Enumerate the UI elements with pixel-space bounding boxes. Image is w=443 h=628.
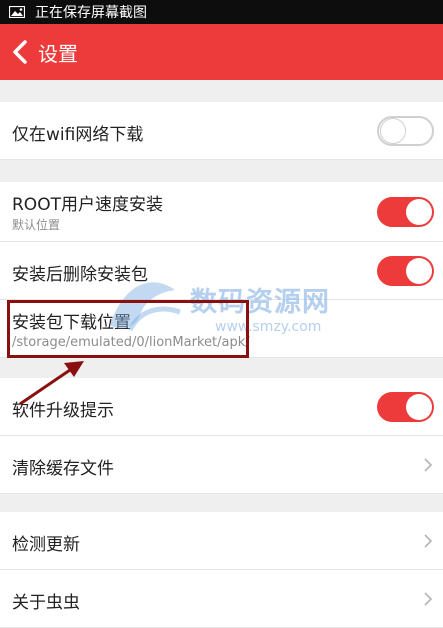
upgrade-notice-label: 软件升级提示 [12, 401, 114, 421]
status-text: 正在保存屏幕截图 [35, 5, 147, 21]
chevron-right-icon [424, 458, 433, 472]
status-bar: 正在保存屏幕截图 [0, 0, 443, 24]
watermark-text: 数码资源网 [190, 287, 330, 318]
upgrade-notice-toggle[interactable] [377, 392, 434, 422]
setting-row-about[interactable]: 关于虫虫 [0, 570, 443, 628]
chevron-right-icon [424, 592, 433, 606]
page-title: 设置 [38, 41, 78, 66]
root-install-toggle[interactable] [377, 197, 434, 227]
toggle-knob [406, 199, 432, 225]
chevron-right-icon [424, 534, 433, 548]
check-update-label: 检测更新 [12, 535, 80, 555]
about-label: 关于虫虫 [12, 593, 80, 613]
delete-after-install-label: 安装后删除安装包 [12, 265, 148, 285]
wifi-only-toggle[interactable] [377, 116, 434, 146]
wifi-only-label: 仅在wifi网络下载 [12, 125, 144, 145]
delete-after-install-toggle[interactable] [377, 256, 434, 286]
setting-row-check-update[interactable]: 检测更新 [0, 512, 443, 570]
root-install-sublabel: 默认位置 [12, 218, 61, 232]
app-bar: 设置 [0, 24, 443, 80]
setting-row-wifi-only[interactable]: 仅在wifi网络下载 [0, 102, 443, 160]
image-icon [9, 6, 25, 18]
setting-row-upgrade-notice[interactable]: 软件升级提示 [0, 378, 443, 436]
watermark-url: www.smzy.com [215, 319, 322, 335]
back-arrow-icon[interactable] [10, 39, 30, 65]
setting-row-root-install[interactable]: ROOT用户速度安装 默认位置 [0, 182, 443, 242]
toggle-knob [406, 258, 432, 284]
toggle-knob [406, 394, 432, 420]
root-install-label: ROOT用户速度安装 [12, 195, 163, 215]
clear-cache-label: 清除缓存文件 [12, 459, 114, 479]
toggle-knob [380, 118, 406, 144]
download-location-label: 安装包下载位置 [12, 313, 131, 333]
download-location-path: /storage/emulated/0/lionMarket/apk/ [12, 335, 250, 350]
setting-row-clear-cache[interactable]: 清除缓存文件 [0, 436, 443, 494]
